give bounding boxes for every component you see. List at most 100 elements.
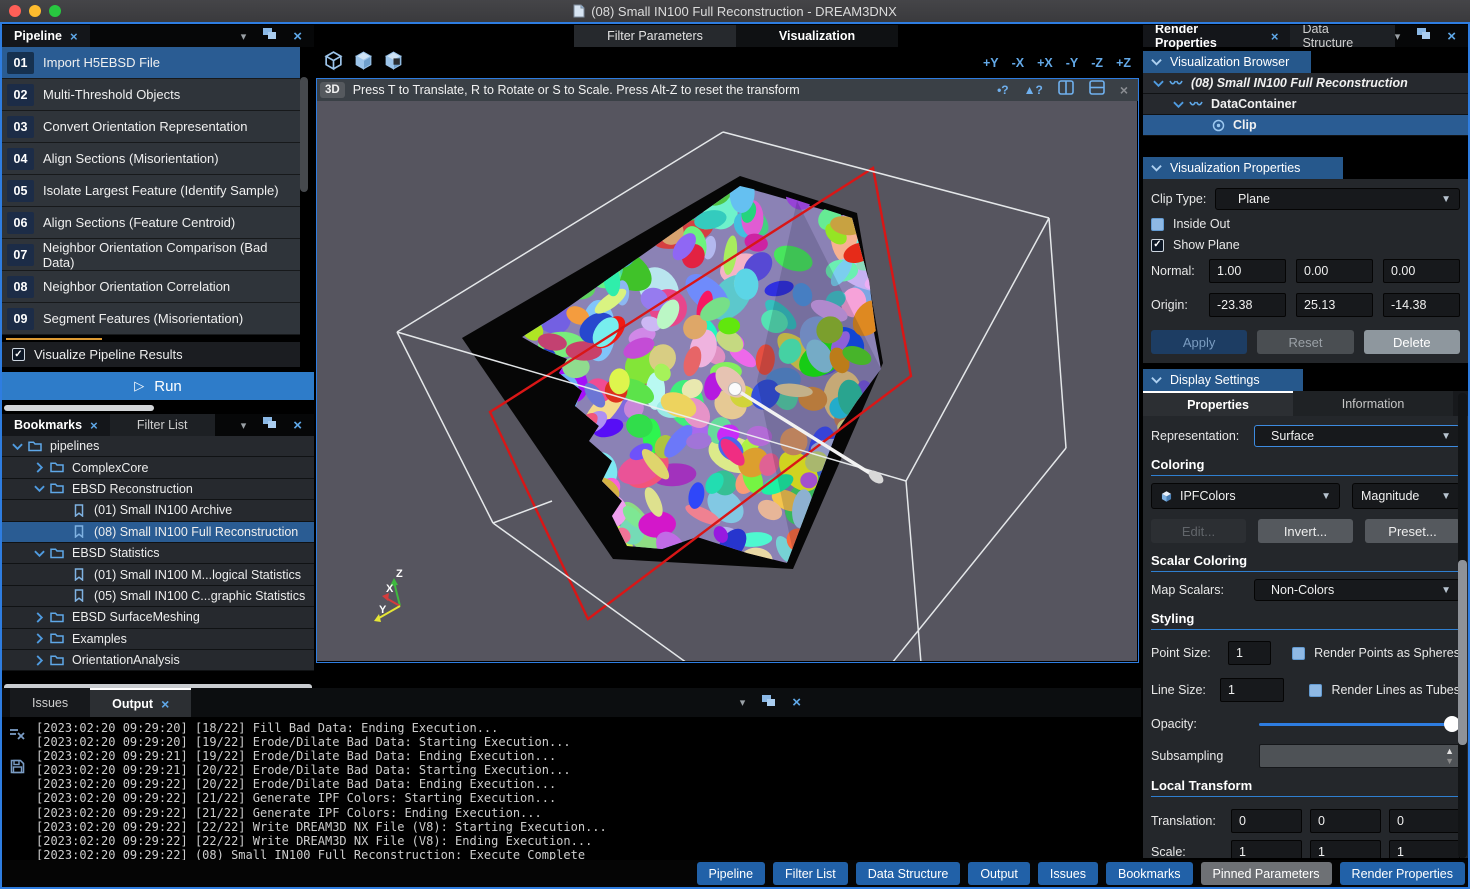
point-help-icon[interactable]: •? (997, 83, 1009, 97)
browser-tree-item[interactable]: DataContainer (1143, 94, 1468, 115)
bookmark-tree-item[interactable]: EBSD SurfaceMeshing (2, 607, 314, 628)
panel-toggle-issues[interactable]: Issues (1038, 862, 1098, 885)
panel-toggle-data-structure[interactable]: Data Structure (856, 862, 961, 885)
apply-button[interactable]: Apply (1151, 330, 1247, 354)
render-lines-tubes-checkbox[interactable] (1309, 684, 1322, 697)
bookmark-tree-item[interactable]: (01) Small IN100 Archive (2, 500, 314, 521)
title-bar[interactable]: (08) Small IN100 Full Reconstruction - D… (0, 0, 1470, 22)
close-panel-icon[interactable]: × (293, 28, 302, 45)
bookmark-tree-item[interactable]: (08) Small IN100 Full Reconstruction (2, 522, 314, 543)
visualize-results-row[interactable]: ✓ Visualize Pipeline Results (2, 342, 300, 367)
visualize-results-checkbox[interactable]: ✓ (12, 348, 25, 361)
tab-filter-parameters[interactable]: Filter Parameters (574, 25, 736, 47)
split-horizontal-icon[interactable] (1089, 80, 1105, 100)
pipeline-filter-row[interactable]: 09Segment Features (Misorientation) (2, 303, 300, 335)
tab-pipeline[interactable]: Pipeline × (2, 25, 90, 47)
origin-input[interactable]: -23.38 (1209, 293, 1286, 317)
split-vertical-icon[interactable] (1058, 80, 1074, 100)
close-window-button[interactable] (9, 5, 21, 17)
bookmark-tree-item[interactable]: EBSD Statistics (2, 543, 314, 564)
opacity-slider[interactable] (1259, 716, 1460, 732)
pipeline-filter-row[interactable]: 08Neighbor Orientation Correlation (2, 271, 300, 303)
output-console[interactable]: [2023:02:20 09:29:20] [18/22] Fill Bad D… (2, 717, 1141, 860)
bookmark-tree-item[interactable]: OrientationAnalysis (2, 650, 314, 671)
display-settings-header[interactable]: Display Settings (1143, 369, 1303, 391)
translation-input[interactable]: 0 (1310, 809, 1381, 833)
close-icon[interactable]: × (1271, 29, 1279, 44)
chevron-down-icon[interactable]: ▾ (241, 30, 247, 43)
clear-output-icon[interactable] (9, 727, 26, 746)
tab-information[interactable]: Information (1293, 391, 1453, 416)
normal-input[interactable]: 0.00 (1383, 259, 1460, 283)
save-output-icon[interactable] (10, 759, 25, 779)
scale-input[interactable]: 1 (1310, 840, 1381, 858)
point-size-input[interactable]: 1 (1228, 641, 1271, 665)
cell-help-icon[interactable]: ▲? (1024, 83, 1043, 97)
tab-filter-list[interactable]: Filter List (110, 414, 215, 436)
normal-input[interactable]: 1.00 (1209, 259, 1286, 283)
pipeline-horizontal-scrollbar[interactable] (4, 405, 154, 411)
undock-icon[interactable] (1416, 27, 1431, 45)
spin-down-icon[interactable]: ▼ (1445, 756, 1454, 766)
scale-input[interactable]: 1 (1389, 840, 1460, 858)
pipeline-filter-row[interactable]: 07Neighbor Orientation Comparison (Bad D… (2, 239, 300, 271)
clip-type-dropdown[interactable]: Plane ▼ (1215, 188, 1460, 210)
edit-button[interactable]: Edit... (1151, 519, 1246, 543)
close-icon[interactable]: × (161, 696, 169, 712)
chevron-down-icon[interactable]: ▾ (740, 696, 746, 709)
axis-view-button-plusminus-X[interactable]: +X (1037, 56, 1053, 70)
translation-input[interactable]: 0 (1231, 809, 1302, 833)
axis-view-button-minus-Y[interactable]: -Y (1066, 56, 1079, 70)
scale-input[interactable]: 1 (1231, 840, 1302, 858)
bookmark-tree-item[interactable]: (05) Small IN100 C...graphic Statistics (2, 586, 314, 607)
pipeline-filter-row[interactable]: 03Convert Orientation Representation (2, 111, 300, 143)
axis-view-button-minus-Z[interactable]: -Z (1091, 56, 1103, 70)
tab-data-structure[interactable]: Data Structure (1290, 25, 1394, 47)
preset-button[interactable]: Preset... (1365, 519, 1460, 543)
undock-icon[interactable] (761, 694, 776, 712)
tab-bookmarks[interactable]: Bookmarks × (2, 414, 110, 436)
panel-toggle-filter-list[interactable]: Filter List (773, 862, 848, 885)
3d-viewport[interactable]: Z X Y (317, 101, 1137, 661)
tab-issues[interactable]: Issues (10, 688, 90, 717)
visualization-properties-header[interactable]: Visualization Properties (1143, 157, 1343, 179)
close-panel-icon[interactable]: × (792, 694, 801, 711)
panel-toggle-render-properties[interactable]: Render Properties (1340, 862, 1465, 885)
minimize-window-button[interactable] (29, 5, 41, 17)
close-panel-icon[interactable]: × (293, 417, 302, 434)
normal-input[interactable]: 0.00 (1296, 259, 1373, 283)
origin-input[interactable]: 25.13 (1296, 293, 1373, 317)
pipeline-filter-row[interactable]: 01Import H5EBSD File (2, 47, 300, 79)
bookmark-tree-item[interactable]: (01) Small IN100 M...logical Statistics (2, 564, 314, 585)
spin-up-icon[interactable]: ▲ (1445, 746, 1454, 756)
axis-view-button-minus-X[interactable]: -X (1012, 56, 1025, 70)
subsampling-spinbox[interactable]: ▲ ▼ (1259, 744, 1460, 768)
close-panel-icon[interactable]: × (1447, 28, 1456, 45)
render-points-spheres-checkbox[interactable] (1292, 647, 1305, 660)
visualization-browser-header[interactable]: Visualization Browser (1143, 51, 1311, 73)
bookmark-tree-item[interactable]: ComplexCore (2, 457, 314, 478)
pipeline-vertical-scrollbar[interactable] (300, 77, 308, 367)
panel-toggle-pinned-parameters[interactable]: Pinned Parameters (1201, 862, 1332, 885)
undock-icon[interactable] (262, 27, 277, 45)
tab-properties[interactable]: Properties (1143, 391, 1293, 416)
browser-tree-item[interactable]: Clip (1143, 115, 1468, 136)
origin-input[interactable]: -14.38 (1383, 293, 1460, 317)
chevron-down-icon[interactable]: ▾ (241, 419, 247, 432)
maximize-window-button[interactable] (49, 5, 61, 17)
color-array-dropdown[interactable]: IPFColors ▼ (1151, 483, 1340, 509)
pipeline-filter-row[interactable]: 06Align Sections (Feature Centroid) (2, 207, 300, 239)
show-plane-checkbox[interactable]: ✓ (1151, 239, 1164, 252)
component-dropdown[interactable]: Magnitude ▼ (1352, 483, 1460, 509)
render-panel-scrollbar[interactable] (1458, 393, 1467, 858)
pipeline-filter-row[interactable]: 05Isolate Largest Feature (Identify Samp… (2, 175, 300, 207)
delete-button[interactable]: Delete (1364, 330, 1460, 354)
undock-icon[interactable] (262, 416, 277, 434)
close-icon[interactable]: × (90, 418, 98, 433)
axis-view-button-plusminus-Y[interactable]: +Y (983, 56, 999, 70)
camera-octant-cube-icon[interactable] (383, 50, 404, 76)
tab-render-properties[interactable]: Render Properties × (1143, 25, 1290, 47)
bookmark-tree-item[interactable]: pipelines (2, 436, 314, 457)
camera-wireframe-cube-icon[interactable] (323, 50, 344, 76)
invert-button[interactable]: Invert... (1258, 519, 1353, 543)
